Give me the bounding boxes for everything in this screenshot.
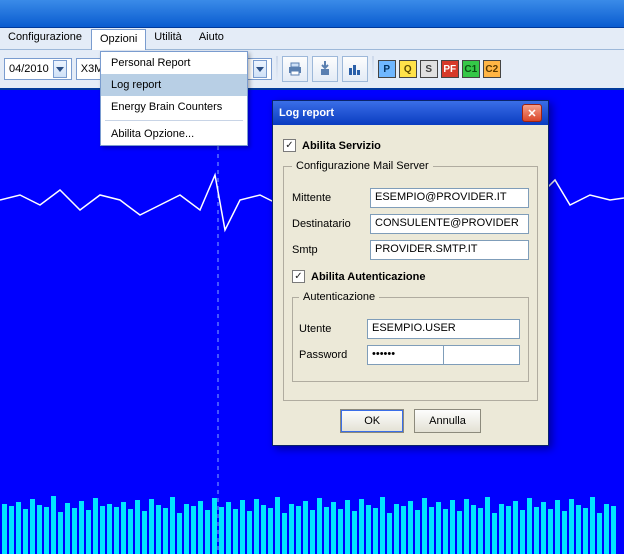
date-value: 04/2010 <box>9 63 49 75</box>
mail-server-legend: Configurazione Mail Server <box>292 160 433 172</box>
tag-p[interactable]: P <box>378 60 396 78</box>
export-button[interactable] <box>312 56 338 82</box>
menu-opzioni[interactable]: Opzioni <box>91 29 146 50</box>
auth-legend: Autenticazione <box>299 291 379 303</box>
date-combo[interactable]: 04/2010 <box>4 58 72 80</box>
menu-utilita[interactable]: Utilità <box>146 28 191 49</box>
bars-icon <box>348 62 362 76</box>
ok-button[interactable]: OK <box>340 409 404 433</box>
user-input[interactable]: ESEMPIO.USER <box>367 319 520 339</box>
tag-c1[interactable]: C1 <box>462 60 480 78</box>
close-icon: ✕ <box>527 107 536 120</box>
mail-server-group: Configurazione Mail Server Mittente ESEM… <box>283 160 538 401</box>
tag-group: PQSPFC1C2 <box>378 60 501 78</box>
chevron-down-icon[interactable] <box>253 60 267 78</box>
password-input[interactable]: •••••• <box>367 345 443 365</box>
dropdown-separator <box>105 120 243 121</box>
menubar: Configurazione Opzioni Utilità Aiuto <box>0 28 624 50</box>
dialog-title: Log report <box>279 107 334 119</box>
chevron-down-icon[interactable] <box>53 60 67 78</box>
dialog-titlebar[interactable]: Log report ✕ <box>273 101 548 125</box>
auth-group: Autenticazione Utente ESEMPIO.USER Passw… <box>292 291 529 382</box>
print-button[interactable] <box>282 56 308 82</box>
sender-input[interactable]: ESEMPIO@PROVIDER.IT <box>370 188 529 208</box>
dropdown-item-log-report[interactable]: Log report <box>101 74 247 96</box>
separator <box>276 56 278 82</box>
dialog-body: ✓ Abilita Servizio Configurazione Mail S… <box>273 125 548 445</box>
dropdown-item-energy-brain-counters[interactable]: Energy Brain Counters <box>101 96 247 118</box>
window-title-strip <box>0 0 624 28</box>
enable-service-label: Abilita Servizio <box>302 140 381 152</box>
printer-icon <box>287 62 303 76</box>
recipient-label: Destinatario <box>292 218 362 230</box>
enable-service-checkbox[interactable]: ✓ <box>283 139 296 152</box>
export-icon <box>318 61 332 77</box>
smtp-input[interactable]: PROVIDER.SMTP.IT <box>370 240 529 260</box>
toolbar: 04/2010 X3M D PQSPFC1C2 <box>0 50 624 90</box>
menu-aiuto[interactable]: Aiuto <box>191 28 233 49</box>
tag-c2[interactable]: C2 <box>483 60 501 78</box>
password-label: Password <box>299 349 359 361</box>
enable-auth-checkbox[interactable]: ✓ <box>292 270 305 283</box>
chart-button[interactable] <box>342 56 368 82</box>
recipient-input[interactable]: CONSULENTE@PROVIDER <box>370 214 529 234</box>
dropdown-item-abilita-opzione-[interactable]: Abilita Opzione... <box>101 123 247 145</box>
enable-auth-label: Abilita Autenticazione <box>311 271 426 283</box>
menu-configurazione[interactable]: Configurazione <box>0 28 91 49</box>
tag-s[interactable]: S <box>420 60 438 78</box>
separator <box>372 56 374 82</box>
log-report-dialog: Log report ✕ ✓ Abilita Servizio Configur… <box>272 100 549 446</box>
password-input-2[interactable] <box>443 345 520 365</box>
opzioni-dropdown: Personal ReportLog reportEnergy Brain Co… <box>100 51 248 146</box>
smtp-label: Smtp <box>292 244 362 256</box>
sender-label: Mittente <box>292 192 362 204</box>
close-button[interactable]: ✕ <box>522 104 542 122</box>
tag-q[interactable]: Q <box>399 60 417 78</box>
tag-pf[interactable]: PF <box>441 60 459 78</box>
user-label: Utente <box>299 323 359 335</box>
dropdown-item-personal-report[interactable]: Personal Report <box>101 52 247 74</box>
cancel-button[interactable]: Annulla <box>414 409 481 433</box>
